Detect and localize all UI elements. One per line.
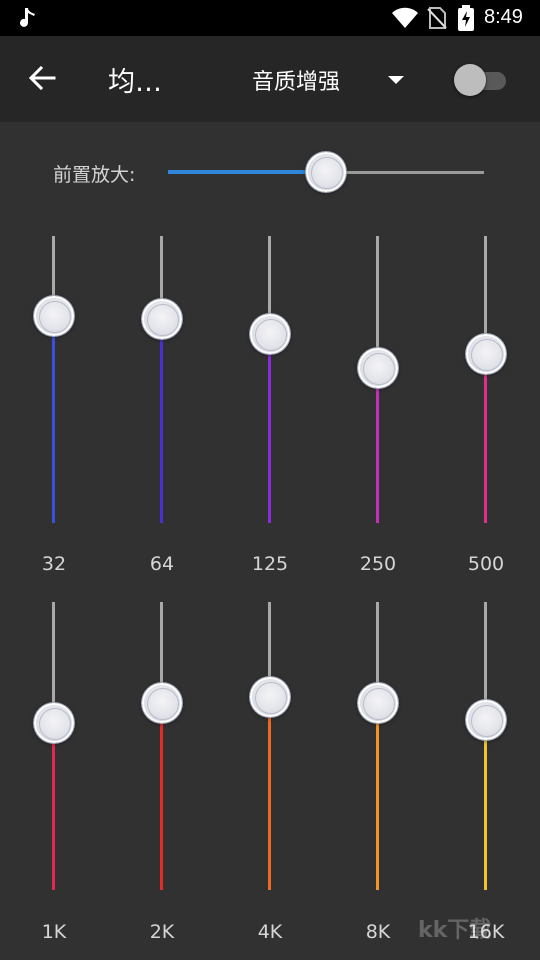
band-slider-16k[interactable]: 16K [446,0,526,960]
preamp-slider[interactable] [168,152,484,192]
band-slider-thumb[interactable] [141,682,182,723]
band-slider-thumb[interactable] [33,702,74,743]
band-fill [484,720,487,890]
band-slider-thumb[interactable] [357,682,398,723]
watermark-logo: kk下载 [418,918,492,943]
band-fill [376,702,379,890]
band-slider-2k[interactable]: 2K [122,0,202,960]
band-frequency-label: 2K [149,921,175,943]
band-slider-1k[interactable]: 1K [14,0,94,960]
band-fill [52,722,55,890]
no-sim-icon [427,7,447,29]
band-fill [268,697,271,890]
band-slider-thumb[interactable] [465,700,506,741]
band-slider-8k[interactable]: 8K [338,0,418,960]
band-frequency-label: 8K [365,921,391,943]
band-slider-4k[interactable]: 4K [230,0,310,960]
band-frequency-label: 4K [257,921,283,943]
band-frequency-label: 1K [41,921,67,943]
band-slider-thumb[interactable] [249,677,290,718]
band-fill [160,702,163,890]
